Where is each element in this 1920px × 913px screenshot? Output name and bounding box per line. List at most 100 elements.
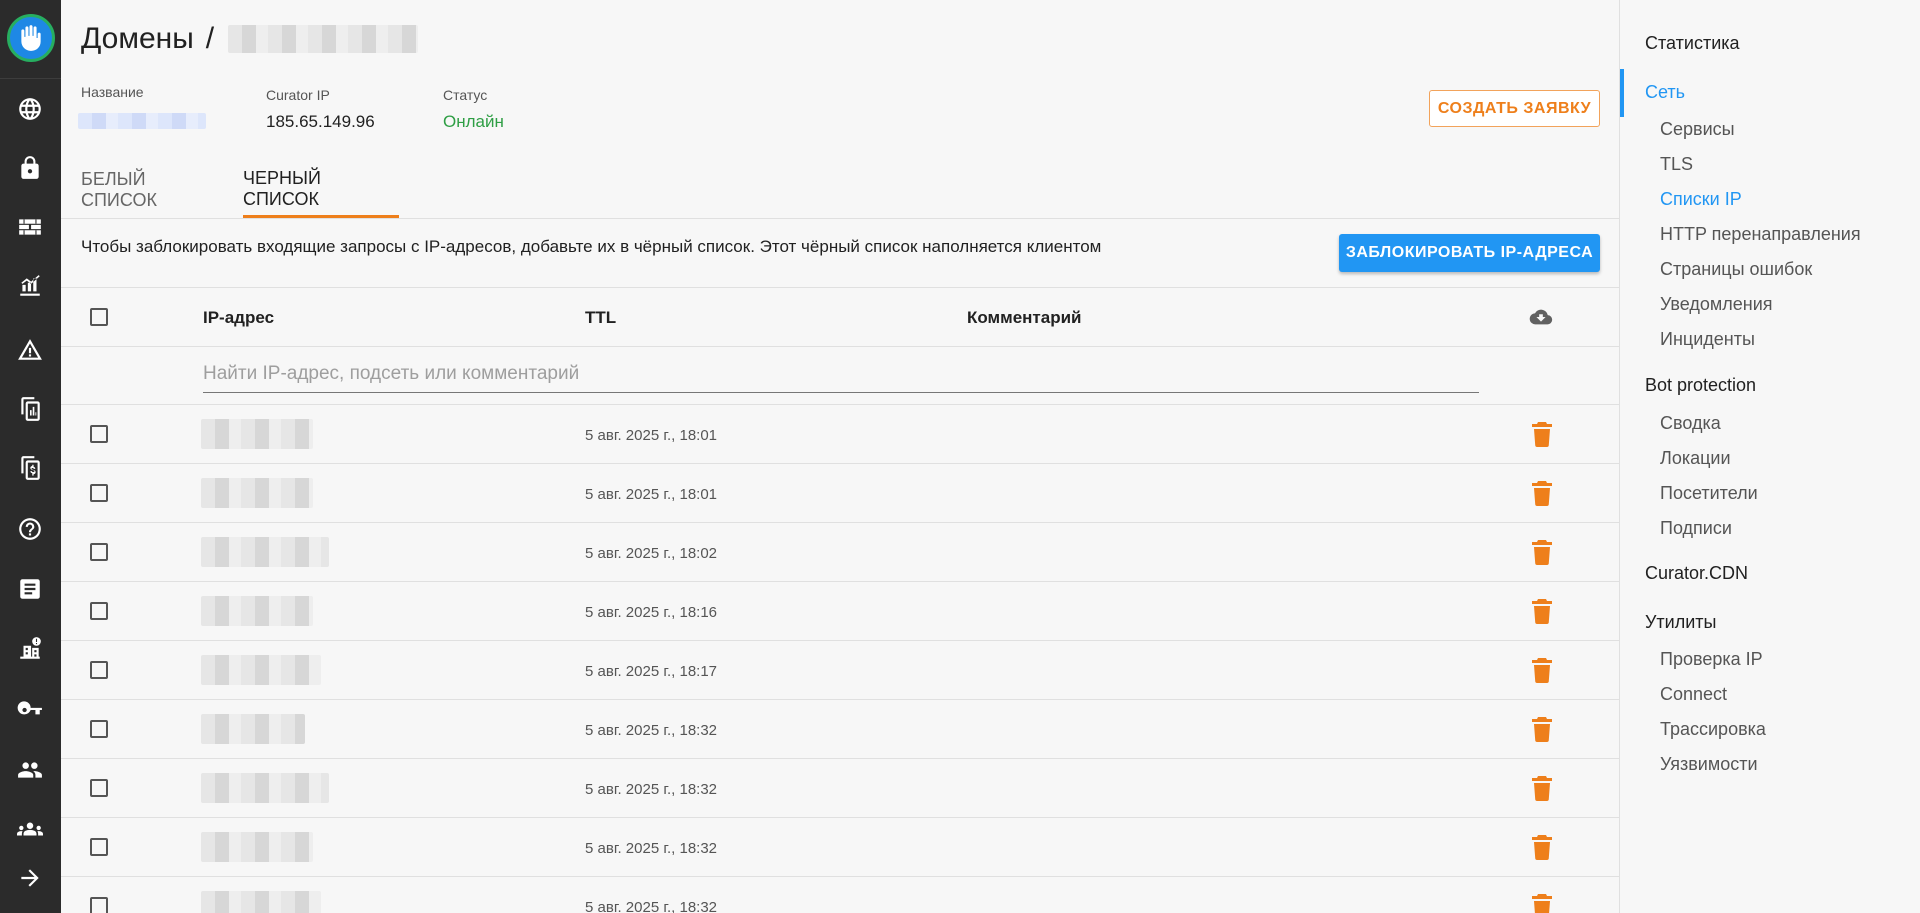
nav-error-pages[interactable]: Страницы ошибок: [1660, 259, 1812, 280]
column-ip[interactable]: IP-адрес: [203, 308, 274, 328]
row-checkbox[interactable]: [90, 425, 108, 443]
help-icon[interactable]: [14, 513, 46, 545]
search-input[interactable]: [203, 355, 1479, 393]
info-name: Название: [78, 84, 206, 134]
cloud-download-icon[interactable]: [1528, 306, 1554, 328]
table-row: 5 авг. 2025 г., 18:01: [61, 464, 1619, 523]
nav-signatures[interactable]: Подписи: [1660, 518, 1732, 539]
redacted-ip-address: [201, 537, 329, 567]
nav-vulnerabilities[interactable]: Уязвимости: [1660, 754, 1758, 775]
nav-incidents[interactable]: Инциденты: [1660, 329, 1755, 350]
nav-traceroute[interactable]: Трассировка: [1660, 719, 1766, 740]
table-row: 5 авг. 2025 г., 18:32: [61, 818, 1619, 877]
delete-icon[interactable]: [1530, 893, 1554, 913]
row-checkbox[interactable]: [90, 897, 108, 913]
curator-ip-label: Curator IP: [266, 87, 330, 103]
description-row: Чтобы заблокировать входящие запросы с I…: [61, 219, 1619, 288]
nav-summary[interactable]: Сводка: [1660, 413, 1721, 434]
warning-icon[interactable]: [14, 334, 46, 366]
team-icon[interactable]: [14, 813, 46, 845]
column-ttl[interactable]: TTL: [585, 308, 616, 328]
nav-locations[interactable]: Локации: [1660, 448, 1731, 469]
nav-ip-check[interactable]: Проверка IP: [1660, 649, 1763, 670]
nav-curator-cdn[interactable]: Curator.CDN: [1645, 563, 1748, 584]
delete-icon[interactable]: [1530, 480, 1554, 506]
redacted-ip-address: [201, 773, 329, 803]
article-icon[interactable]: [14, 573, 46, 605]
table-row: 5 авг. 2025 г., 18:32: [61, 700, 1619, 759]
row-checkbox[interactable]: [90, 720, 108, 738]
ttl-value: 5 авг. 2025 г., 18:16: [585, 604, 718, 621]
delete-icon[interactable]: [1530, 657, 1554, 683]
table-row: 5 авг. 2025 г., 18:17: [61, 641, 1619, 700]
ttl-value: 5 авг. 2025 г., 18:32: [585, 840, 718, 857]
row-checkbox[interactable]: [90, 602, 108, 620]
firewall-icon[interactable]: [14, 211, 46, 243]
search-row: [61, 347, 1619, 405]
hand-shield-icon[interactable]: [7, 14, 55, 62]
delete-icon[interactable]: [1530, 421, 1554, 447]
delete-icon[interactable]: [1530, 834, 1554, 860]
ttl-value: 5 авг. 2025 г., 18:02: [585, 545, 718, 562]
document-chart-icon[interactable]: [14, 393, 46, 425]
tab-blacklist[interactable]: ЧЕРНЫЙ СПИСОК: [243, 162, 399, 218]
key-icon[interactable]: [14, 694, 46, 726]
nav-ip-lists[interactable]: Списки IP: [1660, 189, 1742, 210]
redacted-name-value: [78, 113, 206, 129]
row-checkbox[interactable]: [90, 838, 108, 856]
ttl-value: 5 авг. 2025 г., 18:01: [585, 486, 718, 503]
nav-utilities[interactable]: Утилиты: [1645, 612, 1716, 633]
delete-icon[interactable]: [1530, 539, 1554, 565]
block-ip-button[interactable]: ЗАБЛОКИРОВАТЬ IP-АДРЕСА: [1339, 234, 1600, 272]
nav-tls[interactable]: TLS: [1660, 154, 1693, 175]
nav-services[interactable]: Сервисы: [1660, 119, 1735, 140]
table-row: 5 авг. 2025 г., 18:32: [61, 877, 1619, 913]
nav-visitors[interactable]: Посетители: [1660, 483, 1758, 504]
delete-icon[interactable]: [1530, 716, 1554, 742]
redacted-ip-address: [201, 478, 313, 508]
row-checkbox[interactable]: [90, 779, 108, 797]
nav-http-redirects[interactable]: HTTP перенаправления: [1660, 224, 1861, 245]
globe-icon[interactable]: [14, 93, 46, 125]
tabs: БЕЛЫЙ СПИСОК ЧЕРНЫЙ СПИСОК: [61, 162, 1619, 219]
ttl-value: 5 авг. 2025 г., 18:17: [585, 663, 718, 680]
table-row: 5 авг. 2025 г., 18:02: [61, 523, 1619, 582]
ttl-value: 5 авг. 2025 г., 18:32: [585, 899, 718, 913]
row-checkbox[interactable]: [90, 484, 108, 502]
page-title[interactable]: Домены: [81, 22, 194, 56]
nav-bot-protection[interactable]: Bot protection: [1645, 375, 1756, 396]
row-checkbox[interactable]: [90, 543, 108, 561]
analytics-icon[interactable]: [14, 270, 46, 302]
redacted-ip-address: [201, 891, 321, 913]
table-header: IP-адрес TTL Комментарий: [61, 288, 1619, 347]
redacted-ip-address: [201, 596, 313, 626]
row-checkbox[interactable]: [90, 661, 108, 679]
select-all-checkbox[interactable]: [90, 308, 108, 326]
column-comment[interactable]: Комментарий: [967, 308, 1081, 328]
arrow-right-icon[interactable]: [14, 862, 46, 894]
nav-notifications[interactable]: Уведомления: [1660, 294, 1773, 315]
tab-whitelist[interactable]: БЕЛЫЙ СПИСОК: [81, 162, 221, 218]
redacted-ip-address: [201, 832, 313, 862]
main-content: Домены / Название Curator IP 185.65.149.…: [61, 0, 1619, 913]
delete-icon[interactable]: [1530, 598, 1554, 624]
nav-statistics[interactable]: Статистика: [1645, 33, 1740, 54]
lock-icon[interactable]: [14, 152, 46, 184]
domain-alert-icon[interactable]: [14, 633, 46, 665]
table-row: 5 авг. 2025 г., 18:01: [61, 405, 1619, 464]
invoice-icon[interactable]: [14, 452, 46, 484]
delete-icon[interactable]: [1530, 775, 1554, 801]
redacted-ip-address: [201, 714, 305, 744]
breadcrumb-separator: /: [205, 22, 215, 55]
create-request-button[interactable]: СОЗДАТЬ ЗАЯВКУ: [1429, 90, 1600, 127]
curator-ip-value: 185.65.149.96: [266, 112, 375, 131]
status-label: Статус: [443, 87, 488, 103]
table-row: 5 авг. 2025 г., 18:32: [61, 759, 1619, 818]
group-icon[interactable]: [14, 754, 46, 786]
info-curator-ip: Curator IP 185.65.149.96: [266, 87, 375, 132]
ttl-value: 5 авг. 2025 г., 18:01: [585, 427, 718, 444]
nav-connect[interactable]: Connect: [1660, 684, 1727, 705]
nav-network[interactable]: Сеть: [1645, 82, 1685, 103]
status-badge: Онлайн: [443, 112, 504, 131]
redacted-domain-name: [228, 25, 419, 53]
